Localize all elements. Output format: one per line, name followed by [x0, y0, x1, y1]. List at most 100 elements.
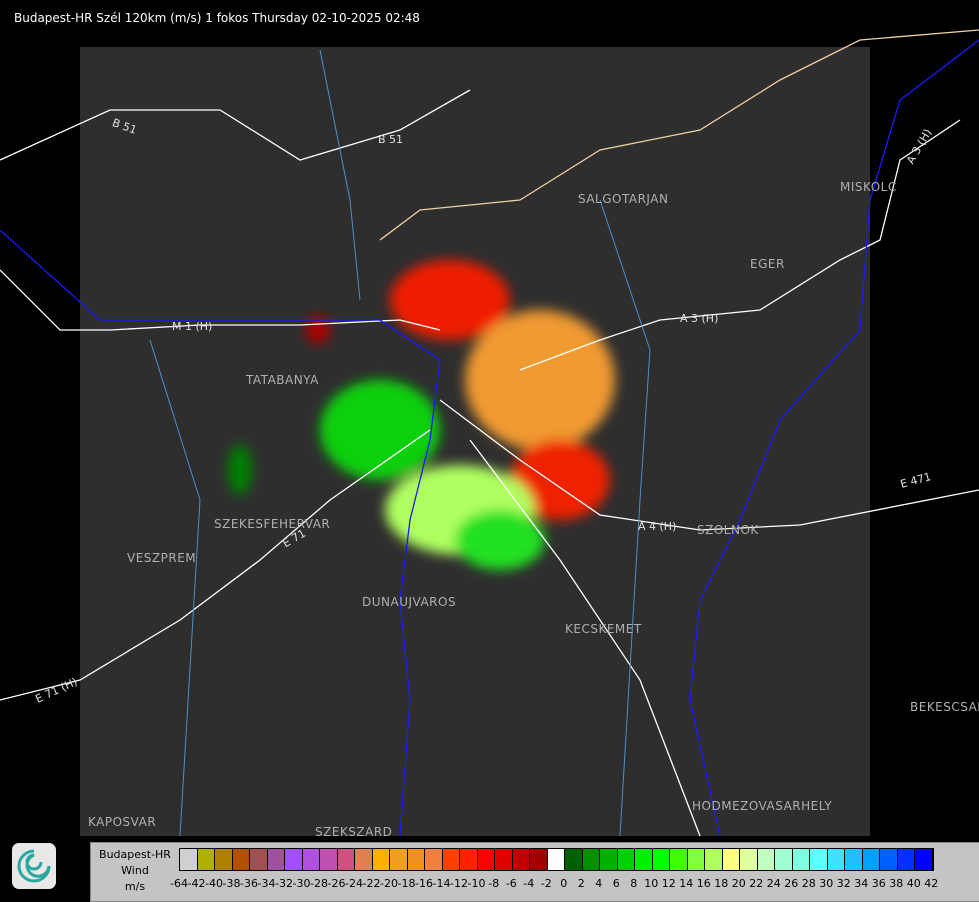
legend-swatch	[232, 849, 250, 870]
legend-tick-label: 16	[696, 877, 711, 890]
legend-tick-label: 6	[612, 877, 620, 890]
legend-tick-label: -36	[240, 877, 258, 890]
legend-tick-label: 42	[924, 877, 939, 890]
legend-swatch	[915, 849, 933, 870]
legend-tick-label: 14	[679, 877, 694, 890]
legend-quantity: Wind	[121, 864, 149, 877]
legend-tick-label: 20	[731, 877, 746, 890]
legend-tick-label: 28	[801, 877, 816, 890]
color-legend: Budapest-HR Wind m/s -64 -42 -40 -38 -36 -34-…	[90, 842, 979, 902]
legend-tick-label: -14	[432, 877, 451, 890]
legend-tick-label: 32	[836, 877, 851, 890]
legend-tick-label: -10	[467, 877, 486, 890]
city-label: KAPOSVAR	[88, 815, 157, 829]
legend-swatch	[372, 849, 390, 870]
city-label: SZOLNOK	[697, 523, 759, 537]
legend-swatch	[897, 849, 915, 870]
legend-swatch	[512, 849, 530, 870]
road-label: B 51	[378, 133, 404, 146]
echo-orange-east	[465, 310, 615, 450]
echo-green-south	[455, 510, 545, 570]
stream	[599, 199, 651, 837]
legend-swatch	[862, 849, 880, 870]
swirl-icon	[17, 849, 51, 883]
city-label: HODMEZOVASARHELY	[692, 799, 833, 813]
legend-tick-label: -6	[505, 877, 517, 890]
legend-swatch	[197, 849, 215, 870]
legend-swatch	[880, 849, 898, 870]
legend-tick-label: -42	[187, 877, 206, 890]
legend-swatch	[250, 849, 268, 870]
legend-swatch	[775, 849, 793, 870]
river-tisza	[689, 39, 979, 837]
legend-tick-label: -40	[205, 877, 223, 890]
city-label: DUNAUJVAROS	[362, 595, 457, 609]
city-label: VESZPREM	[127, 551, 197, 565]
legend-tick-label: 0	[560, 877, 568, 890]
legend-swatch	[600, 849, 618, 870]
road-label: A 4 (H)	[638, 520, 677, 533]
legend-swatch	[845, 849, 863, 870]
legend-swatch	[302, 849, 320, 870]
legend-swatch	[425, 849, 443, 870]
legend-tick-label: 30	[819, 877, 834, 890]
map-layer	[0, 29, 979, 837]
legend-swatch	[565, 849, 583, 870]
legend-tick-label: 24	[766, 877, 781, 890]
road-label: A 3 (H)	[680, 312, 719, 325]
legend-tick-label: -20	[380, 877, 398, 890]
legend-unit: m/s	[124, 880, 146, 893]
road-b51	[0, 89, 471, 161]
legend-tick-label: 10	[644, 877, 659, 890]
legend-swatch	[792, 849, 810, 870]
legend-swatch	[670, 849, 688, 870]
echo-green-far-west	[228, 445, 252, 495]
legend-swatch	[407, 849, 425, 870]
city-label: SZEKSZARD	[315, 825, 393, 839]
legend-tick-label: -64	[170, 877, 188, 890]
legend-tick-label: 22	[749, 877, 764, 890]
legend-tick-label: 18	[714, 877, 729, 890]
city-label: SALGOTARJAN	[578, 192, 669, 206]
legend-swatch	[617, 849, 635, 870]
city-label: KECSKEMET	[565, 622, 642, 636]
legend-swatch	[442, 849, 460, 870]
legend-tick-label: 12	[661, 877, 676, 890]
city-label: BEKESCSABA	[910, 700, 979, 714]
legend-tick-label: -2	[540, 877, 552, 890]
legend-tick-label: 4	[595, 877, 603, 890]
legend-tick-label: -38	[222, 877, 241, 890]
legend-swatch	[355, 849, 373, 870]
legend-swatch	[337, 849, 355, 870]
legend-swatch	[687, 849, 705, 870]
legend-swatch	[757, 849, 775, 870]
legend-swatch	[530, 849, 548, 870]
legend-swatch	[705, 849, 723, 870]
road-m1	[0, 269, 441, 331]
city-label: SZEKESFEHERVAR	[214, 517, 331, 531]
roads	[0, 89, 979, 837]
legend-tick-label: -16	[415, 877, 433, 890]
legend-swatch	[180, 849, 198, 870]
city-label: TATABANYA	[246, 373, 319, 387]
legend-tick-labels: -64 -42 -40 -38 -36 -34 -32 -30 -28 -26 -24 -22 -20-…	[170, 877, 940, 890]
legend-swatch	[652, 849, 670, 870]
legend-swatch	[547, 849, 565, 870]
legend-swatch	[582, 849, 600, 870]
legend-tick-label: 34	[854, 877, 869, 890]
legend-tick-label: 26	[784, 877, 799, 890]
city-label: EGER	[750, 257, 785, 271]
legend-tick-label: -32	[275, 877, 293, 890]
legend-swatch	[215, 849, 233, 870]
legend-tick-label: 2	[577, 877, 585, 890]
legend-swatch	[827, 849, 845, 870]
legend-swatch	[810, 849, 828, 870]
legend-tick-label: 40	[906, 877, 921, 890]
legend-swatch	[722, 849, 740, 870]
legend-tick-label: -12	[450, 877, 468, 890]
legend-title: Budapest-HR Wind m/s	[91, 847, 179, 895]
legend-tick-label: 8	[630, 877, 638, 890]
legend-tick-label: 38	[889, 877, 904, 890]
legend-tick-label: -34	[257, 877, 276, 890]
legend-tick-label: -22	[362, 877, 381, 890]
